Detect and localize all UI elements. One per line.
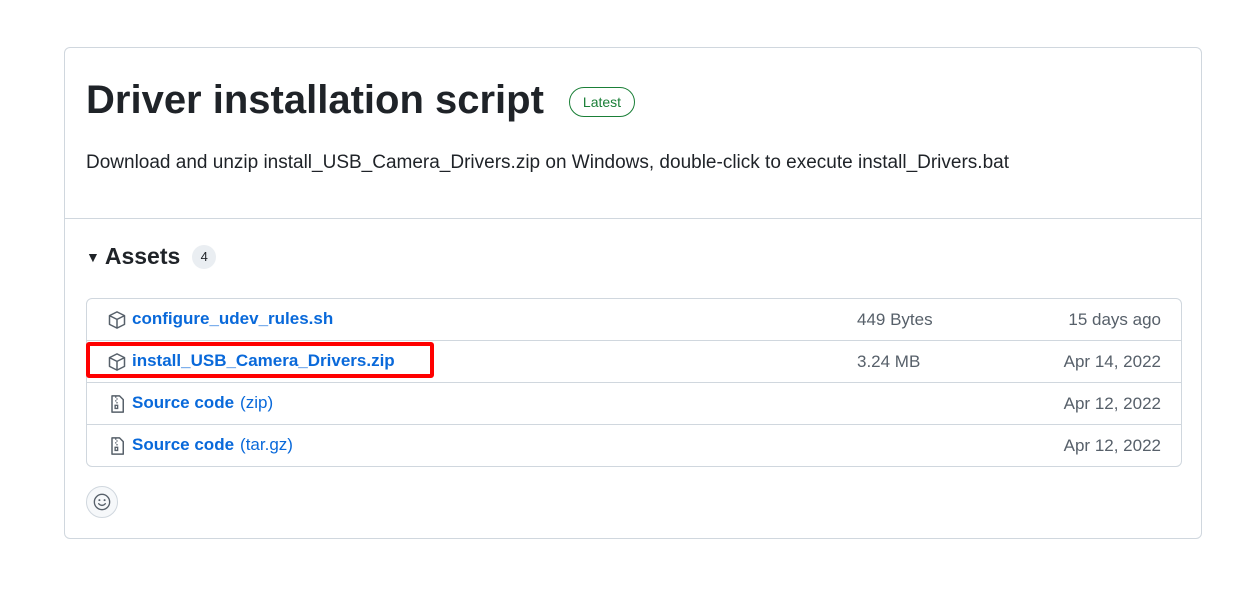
smiley-icon — [93, 493, 111, 511]
assets-title: Assets — [104, 243, 181, 269]
asset-date: 15 days ago — [1068, 310, 1161, 329]
asset-list: configure_udev_rules.sh 449 Bytes 15 day… — [86, 298, 1182, 467]
caret-down-icon: ▼ — [86, 248, 100, 265]
asset-link[interactable]: install_USB_Camera_Drivers.zip — [132, 351, 395, 371]
assets-count-badge: 4 — [192, 244, 217, 269]
file-zip-icon — [111, 437, 124, 455]
asset-date: Apr 12, 2022 — [1063, 394, 1161, 413]
release-header: Driver installation script Latest — [86, 74, 636, 126]
asset-row: Source code (tar.gz) Apr 12, 2022 — [87, 424, 1181, 466]
asset-row: configure_udev_rules.sh 449 Bytes 15 day… — [87, 299, 1181, 340]
release-card: Driver installation script Latest Downlo… — [64, 47, 1202, 539]
asset-date: Apr 12, 2022 — [1063, 436, 1161, 455]
release-description: Download and unzip install_USB_Camera_Dr… — [86, 152, 1009, 173]
divider — [65, 218, 1201, 219]
package-icon — [108, 311, 126, 329]
file-zip-icon — [111, 395, 124, 413]
asset-row: install_USB_Camera_Drivers.zip 3.24 MB A… — [87, 340, 1181, 382]
asset-size: 449 Bytes — [857, 310, 933, 329]
asset-date: Apr 14, 2022 — [1063, 352, 1161, 371]
asset-link[interactable]: Source code (zip) — [132, 393, 273, 413]
release-title[interactable]: Driver installation script — [86, 74, 544, 126]
asset-row: Source code (zip) Apr 12, 2022 — [87, 382, 1181, 424]
asset-link[interactable]: Source code (tar.gz) — [132, 435, 293, 455]
latest-badge: Latest — [568, 87, 636, 117]
assets-toggle[interactable]: ▼ Assets 4 — [86, 243, 217, 270]
package-icon — [108, 353, 126, 371]
add-reaction-button[interactable] — [86, 486, 118, 518]
asset-link[interactable]: configure_udev_rules.sh — [132, 309, 333, 329]
asset-size: 3.24 MB — [857, 352, 921, 371]
